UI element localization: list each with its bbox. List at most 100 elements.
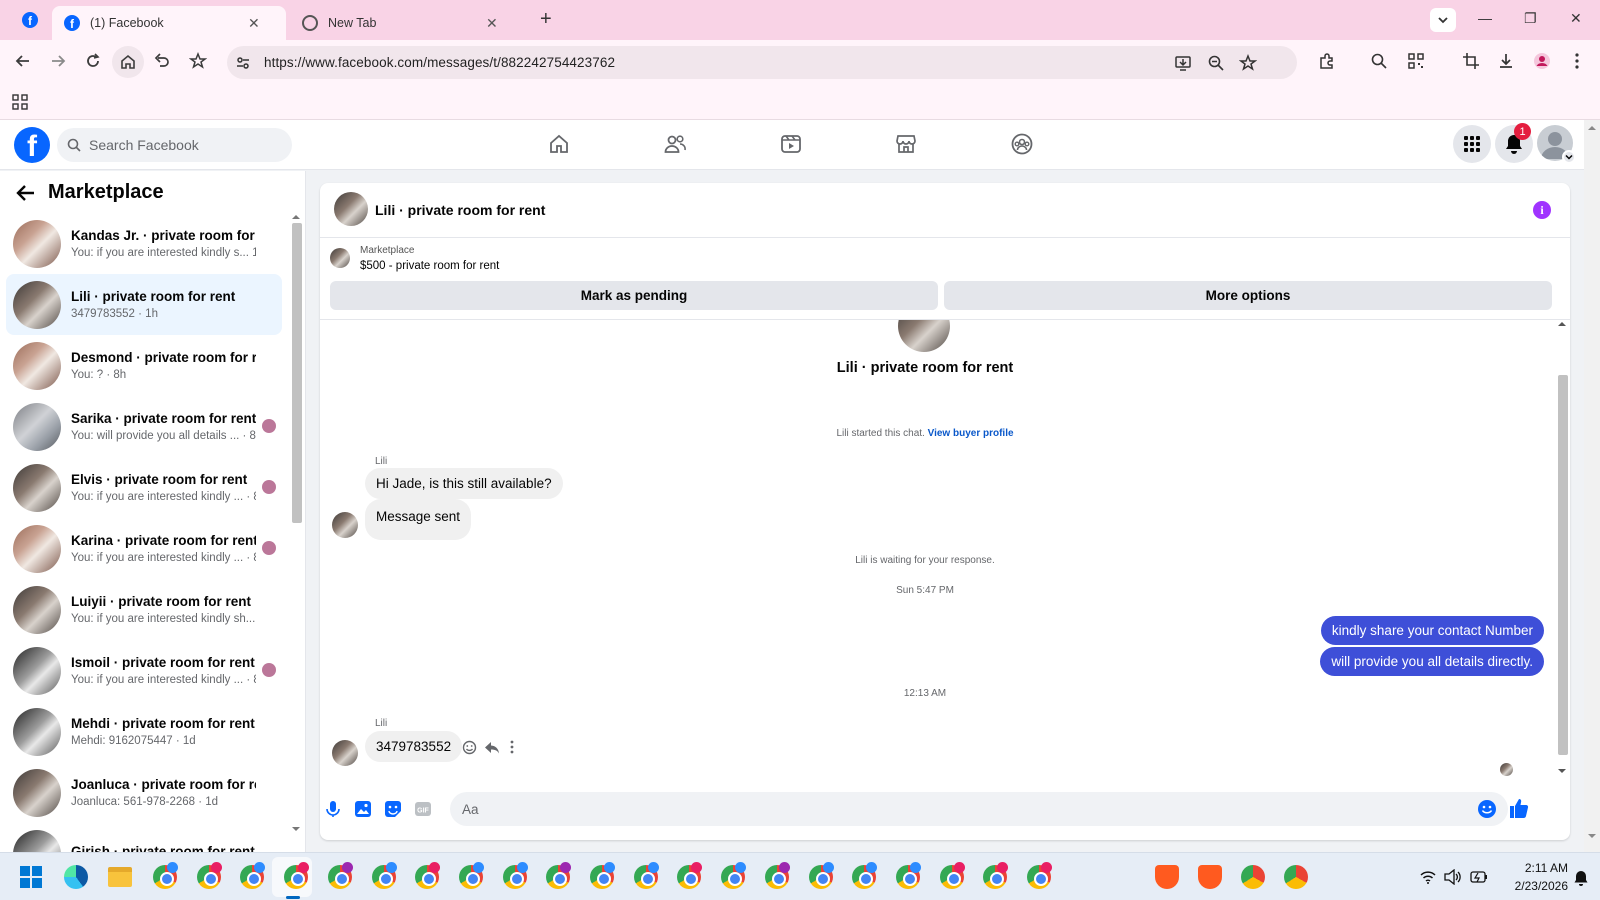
sender-avatar[interactable] bbox=[332, 512, 358, 538]
volume-icon[interactable] bbox=[1444, 869, 1462, 885]
microphone-icon[interactable] bbox=[325, 800, 341, 818]
page-scrollbar[interactable] bbox=[1584, 120, 1600, 852]
install-app-icon[interactable] bbox=[1174, 54, 1192, 72]
chrome-app-icon[interactable] bbox=[633, 862, 659, 889]
chrome-app-icon[interactable] bbox=[502, 862, 528, 889]
site-settings-icon[interactable] bbox=[235, 55, 251, 71]
chrome-app-icon[interactable] bbox=[852, 862, 878, 889]
emoji-icon[interactable] bbox=[1477, 799, 1497, 819]
tab-search-chevron-icon[interactable] bbox=[1430, 8, 1456, 32]
search-input[interactable] bbox=[89, 137, 279, 153]
undo-icon[interactable] bbox=[153, 52, 171, 70]
qr-code-icon[interactable] bbox=[1407, 52, 1425, 70]
thumbs-up-icon[interactable] bbox=[1509, 797, 1529, 819]
menu-button[interactable] bbox=[1453, 125, 1491, 163]
chrome-app-icon[interactable] bbox=[1284, 865, 1308, 889]
bookmark-star-icon[interactable] bbox=[189, 52, 207, 70]
react-icon[interactable] bbox=[462, 740, 477, 755]
incoming-message[interactable]: 3479783552 bbox=[365, 731, 463, 762]
incoming-message[interactable]: Message sent bbox=[365, 499, 472, 540]
chat-title[interactable]: Lili · private room for rent bbox=[375, 202, 545, 218]
brave-app-icon[interactable] bbox=[1198, 865, 1222, 889]
download-icon[interactable] bbox=[1497, 52, 1515, 70]
zoom-out-icon[interactable] bbox=[1207, 54, 1225, 72]
chat-avatar[interactable] bbox=[334, 192, 368, 226]
conversation-item[interactable]: Kandas Jr. · private room for rent You: i… bbox=[6, 213, 282, 274]
info-icon[interactable]: i bbox=[1533, 201, 1551, 219]
conversation-item[interactable]: Joanluca · private room for rent Joanluca… bbox=[6, 762, 282, 823]
star-icon[interactable] bbox=[1239, 54, 1257, 72]
back-icon[interactable] bbox=[14, 52, 32, 70]
sidebar-scrollbar[interactable] bbox=[290, 213, 302, 833]
incoming-message[interactable]: Hi Jade, is this still available? bbox=[365, 468, 563, 499]
chrome-app-icon[interactable] bbox=[895, 862, 921, 889]
conversation-item[interactable]: Mehdi · private room for rent Mehdi: 9162… bbox=[6, 701, 282, 762]
chrome-app-icon[interactable] bbox=[983, 862, 1009, 889]
address-bar[interactable]: https://www.facebook.com/messages/t/8822… bbox=[227, 46, 1297, 79]
gif-icon[interactable]: GIF bbox=[414, 800, 432, 818]
nav-video-icon[interactable] bbox=[779, 132, 803, 156]
facebook-logo-icon[interactable]: f bbox=[14, 127, 50, 163]
conversation-item[interactable]: Sarika · private room for rent You: will … bbox=[6, 396, 282, 457]
chat-scrollbar[interactable] bbox=[1556, 320, 1568, 780]
restore-icon[interactable]: ❐ bbox=[1524, 10, 1537, 27]
chrome-app-icon[interactable] bbox=[458, 862, 484, 889]
message-input[interactable] bbox=[450, 792, 1508, 826]
conversation-item[interactable]: Luiyii · private room for rent You: if yo… bbox=[6, 579, 282, 640]
chrome-app-icon[interactable] bbox=[808, 862, 834, 889]
nav-home-icon[interactable] bbox=[547, 132, 571, 156]
photo-icon[interactable] bbox=[354, 800, 372, 818]
conversation-item[interactable]: Lili · private room for rent 3479783552 ·… bbox=[6, 274, 282, 335]
conversation-item[interactable]: Karina · private room for rent You: if yo… bbox=[6, 518, 282, 579]
chrome-app-icon[interactable] bbox=[764, 862, 790, 889]
sender-avatar[interactable] bbox=[332, 740, 358, 766]
clock-date[interactable]: 2/23/2026 bbox=[1500, 879, 1568, 893]
more-menu-icon[interactable] bbox=[1574, 52, 1580, 70]
close-tab-icon[interactable]: ✕ bbox=[486, 15, 498, 32]
reply-icon[interactable] bbox=[484, 740, 500, 755]
crop-icon[interactable] bbox=[1462, 52, 1480, 70]
chrome-app-icon[interactable] bbox=[677, 862, 703, 889]
minimize-icon[interactable]: — bbox=[1478, 10, 1492, 26]
nav-marketplace-icon[interactable] bbox=[894, 132, 918, 156]
tab-new-tab[interactable]: New Tab ✕ bbox=[290, 6, 530, 40]
chrome-app-icon[interactable] bbox=[371, 862, 397, 889]
mark-as-pending-button[interactable]: Mark as pending bbox=[330, 281, 938, 310]
chrome-app-icon[interactable] bbox=[284, 862, 310, 889]
sticker-icon[interactable] bbox=[384, 800, 402, 818]
close-window-icon[interactable]: ✕ bbox=[1570, 10, 1582, 27]
nav-groups-icon[interactable] bbox=[1010, 132, 1034, 156]
reload-icon[interactable] bbox=[84, 52, 102, 70]
extensions-icon[interactable] bbox=[1318, 52, 1336, 70]
wifi-icon[interactable] bbox=[1420, 870, 1436, 884]
home-button[interactable] bbox=[112, 46, 144, 78]
back-arrow-icon[interactable] bbox=[16, 184, 36, 202]
chrome-app-icon[interactable] bbox=[1241, 865, 1265, 889]
listing-bar[interactable]: Marketplace $500 - private room for rent bbox=[330, 243, 1560, 273]
chrome-app-icon[interactable] bbox=[240, 862, 266, 889]
view-buyer-profile-link[interactable]: View buyer profile bbox=[928, 428, 1014, 439]
brave-app-icon[interactable] bbox=[1155, 865, 1179, 889]
clock-time[interactable]: 2:11 AM bbox=[1508, 861, 1568, 875]
search-icon[interactable] bbox=[1370, 52, 1388, 70]
chrome-app-icon[interactable] bbox=[590, 862, 615, 889]
apps-grid-icon[interactable] bbox=[12, 94, 28, 110]
nav-friends-icon[interactable] bbox=[663, 132, 687, 156]
conversation-item[interactable]: Desmond · private room for rent You: ? · … bbox=[6, 335, 282, 396]
chrome-app-icon[interactable] bbox=[1027, 862, 1052, 889]
account-chevron-icon[interactable] bbox=[1562, 150, 1576, 164]
windows-start-icon[interactable] bbox=[20, 866, 42, 888]
close-tab-icon[interactable]: ✕ bbox=[248, 15, 260, 32]
file-explorer-icon[interactable] bbox=[108, 867, 132, 887]
outgoing-message[interactable]: kindly share your contact Number bbox=[1320, 616, 1544, 645]
notification-bell-icon[interactable] bbox=[1574, 870, 1588, 886]
chrome-app-icon[interactable] bbox=[721, 862, 747, 889]
chrome-app-icon[interactable] bbox=[327, 862, 353, 889]
more-actions-icon[interactable] bbox=[510, 740, 514, 754]
more-options-button[interactable]: More options bbox=[944, 281, 1552, 310]
new-tab-icon[interactable]: + bbox=[540, 8, 552, 31]
edge-icon[interactable] bbox=[64, 865, 88, 889]
facebook-profile-icon[interactable]: f bbox=[22, 12, 38, 28]
profile-avatar-icon[interactable] bbox=[1533, 52, 1551, 70]
chrome-app-icon[interactable] bbox=[939, 862, 965, 889]
